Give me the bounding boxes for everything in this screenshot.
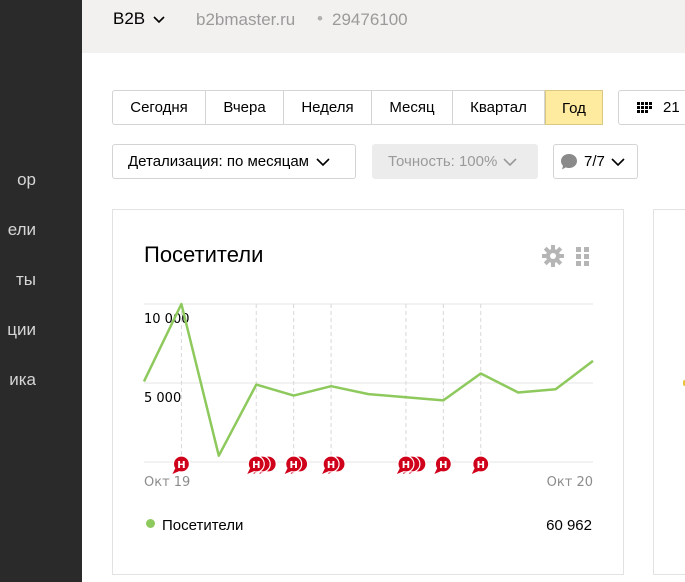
legend-label: Посетители xyxy=(162,517,244,534)
data-point xyxy=(179,302,183,306)
sidebar-item-analytics[interactable]: ика xyxy=(9,370,36,390)
data-point xyxy=(292,394,296,398)
data-point xyxy=(516,390,520,394)
sidebar-item-label: ели xyxy=(7,220,36,239)
period-selector: Сегодня Вчера Неделя Месяц Квартал Год xyxy=(112,90,603,125)
svg-text:Н: Н xyxy=(477,460,485,471)
sidebar-item-conversions[interactable]: ции xyxy=(7,320,36,340)
visitors-series-line xyxy=(142,302,594,457)
sidebar-item-label: ции xyxy=(7,320,36,339)
period-year-button[interactable]: Год xyxy=(545,90,603,125)
svg-text:Н: Н xyxy=(327,460,335,471)
sidebar-item-visitors[interactable]: ели xyxy=(8,220,36,240)
data-point xyxy=(367,392,371,396)
comment-icon xyxy=(561,153,577,169)
data-point xyxy=(479,372,483,376)
annotation-marker[interactable]: Н xyxy=(172,455,191,474)
visitors-widget: Посетители 10 000 5 000 Н Н Н Н Н Н Н Окт 19 Окт 2… xyxy=(112,209,624,575)
sidebar-item-label: ика xyxy=(9,370,36,389)
svg-text:Н: Н xyxy=(439,460,447,471)
data-point xyxy=(554,387,558,391)
detail-select-label: Детализация: по месяцам xyxy=(128,153,309,170)
date-range-label: 21 xyxy=(663,99,680,116)
data-point xyxy=(329,384,333,388)
chevron-down-icon xyxy=(503,157,517,166)
accuracy-select-label: Точность: 100% xyxy=(388,153,498,170)
sidebar-item-label: ор xyxy=(17,170,36,189)
date-range-button[interactable]: 21 xyxy=(618,90,685,125)
svg-text:Н: Н xyxy=(252,460,260,471)
x-tick-label-start: Окт 19 xyxy=(144,475,190,490)
x-tick-label-end: Окт 20 xyxy=(547,475,593,490)
svg-text:Н: Н xyxy=(402,460,410,471)
accuracy-select: Точность: 100% xyxy=(372,144,538,179)
svg-text:Н: Н xyxy=(289,460,297,471)
header-separator: • xyxy=(317,9,323,28)
detail-select[interactable]: Детализация: по месяцам xyxy=(112,144,356,179)
chevron-down-icon xyxy=(316,157,330,166)
counter-id: 29476100 xyxy=(332,10,408,29)
site-domain: b2bmaster.ru xyxy=(196,10,296,29)
data-point xyxy=(441,398,445,402)
sidebar-item-label: ты xyxy=(15,270,36,289)
data-point xyxy=(591,359,595,363)
sidebar: ор ели ты ции ика xyxy=(0,0,82,582)
data-point xyxy=(404,395,408,399)
data-point xyxy=(217,454,221,458)
y-tick-label: 5 000 xyxy=(144,391,181,406)
notes-select-label: 7/7 xyxy=(584,153,605,170)
notes-select[interactable]: 7/7 xyxy=(553,144,638,179)
second-widget xyxy=(653,209,685,575)
period-week-button[interactable]: Неделя xyxy=(284,91,372,124)
annotation-marker[interactable]: Н xyxy=(471,455,490,474)
counter-name: B2B xyxy=(113,9,146,28)
header-bar: B2B b2bmaster.ru • 29476100 xyxy=(82,0,685,53)
chevron-down-icon xyxy=(611,157,625,166)
period-quarter-button[interactable]: Квартал xyxy=(453,91,545,124)
legend-total-value: 60 962 xyxy=(546,517,592,534)
sidebar-item-overview[interactable]: ор xyxy=(17,170,36,190)
period-month-button[interactable]: Месяц xyxy=(372,91,453,124)
annotation-marker[interactable]: Н xyxy=(434,455,452,474)
legend-swatch xyxy=(146,519,155,528)
svg-text:Н: Н xyxy=(177,460,185,471)
calendar-grid-icon xyxy=(637,101,652,113)
data-point xyxy=(254,383,258,387)
chevron-down-icon xyxy=(153,16,165,24)
counter-switcher[interactable]: B2B xyxy=(113,9,166,29)
period-today-button[interactable]: Сегодня xyxy=(113,91,206,124)
sidebar-item-reports[interactable]: ты xyxy=(16,270,36,290)
period-yesterday-button[interactable]: Вчера xyxy=(206,91,284,124)
data-point xyxy=(142,379,146,383)
